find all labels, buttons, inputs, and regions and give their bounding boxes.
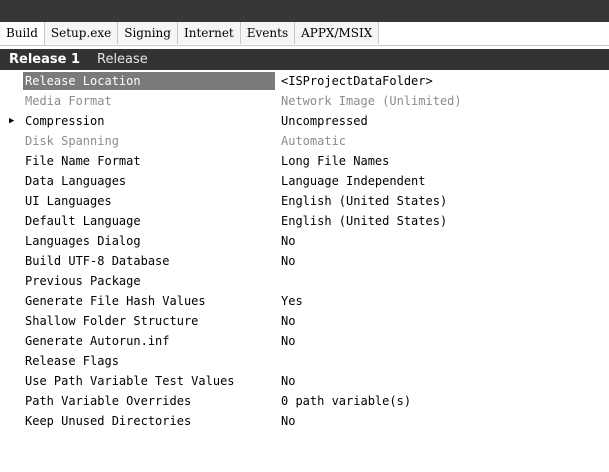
property-name[interactable]: Shallow Folder Structure (23, 312, 275, 330)
property-name[interactable]: Disk Spanning (23, 132, 275, 150)
release-name: Release 1 (9, 52, 80, 67)
tab-appx-msix[interactable]: APPX/MSIX (295, 22, 380, 44)
property-value[interactable]: No (279, 332, 295, 350)
property-row[interactable]: File Name Format Long File Names (0, 151, 609, 171)
property-value[interactable]: No (279, 412, 295, 430)
property-name[interactable]: Build UTF-8 Database (23, 252, 275, 270)
property-name[interactable]: Languages Dialog (23, 232, 275, 250)
property-row[interactable]: Default Language English (United States) (0, 211, 609, 231)
property-name[interactable]: Previous Package (23, 272, 275, 290)
tab-signing[interactable]: Signing (118, 22, 178, 44)
property-row[interactable]: Generate Autorun.inf No (0, 331, 609, 351)
title-bar (0, 0, 609, 22)
property-row[interactable]: Build UTF-8 Database No (0, 251, 609, 271)
property-name[interactable]: UI Languages (23, 192, 275, 210)
property-row[interactable]: Path Variable Overrides 0 path variable(s… (0, 391, 609, 411)
property-row[interactable]: Disk Spanning Automatic (0, 131, 609, 151)
property-name[interactable]: Media Format (23, 92, 275, 110)
property-name[interactable]: Default Language (23, 212, 275, 230)
tab-strip: Build Setup.exe Signing Internet Events … (0, 22, 609, 46)
property-name[interactable]: Generate File Hash Values (23, 292, 275, 310)
property-value[interactable]: Long File Names (279, 152, 389, 170)
property-value[interactable]: Yes (279, 292, 303, 310)
property-row[interactable]: Keep Unused Directories No (0, 411, 609, 431)
property-name[interactable]: Data Languages (23, 172, 275, 190)
tabs-row: Build Setup.exe Signing Internet Events … (0, 22, 380, 45)
property-value[interactable]: Uncompressed (279, 112, 368, 130)
property-name[interactable]: File Name Format (23, 152, 275, 170)
expand-arrow-icon[interactable]: ▶ (9, 111, 21, 131)
release-type: Release (97, 52, 148, 67)
tab-setup-exe[interactable]: Setup.exe (44, 22, 119, 44)
property-row[interactable]: Previous Package (0, 271, 609, 291)
property-grid: Release Location <ISProjectDataFolder> Med… (0, 71, 609, 472)
property-name[interactable]: Release Flags (23, 352, 275, 370)
property-name[interactable]: Keep Unused Directories (23, 412, 275, 430)
property-row[interactable]: ▶ Compression Uncompressed (0, 111, 609, 131)
property-value[interactable]: Language Independent (279, 172, 426, 190)
property-row[interactable]: Release Location <ISProjectDataFolder> (0, 71, 609, 91)
property-row[interactable]: Media Format Network Image (Unlimited) (0, 91, 609, 111)
property-row[interactable]: Use Path Variable Test Values No (0, 371, 609, 391)
property-value[interactable]: No (279, 372, 295, 390)
property-value[interactable] (279, 352, 281, 370)
property-name[interactable]: Release Location (23, 72, 275, 90)
property-value[interactable]: No (279, 312, 295, 330)
tab-events[interactable]: Events (240, 22, 296, 44)
release-header: Release 1 Release (0, 49, 609, 70)
property-row[interactable]: Languages Dialog No (0, 231, 609, 251)
property-row[interactable]: UI Languages English (United States) (0, 191, 609, 211)
property-value[interactable]: Network Image (Unlimited) (279, 92, 462, 110)
property-row[interactable]: Generate File Hash Values Yes (0, 291, 609, 311)
property-value[interactable]: No (279, 232, 295, 250)
property-value[interactable]: English (United States) (279, 192, 447, 210)
property-row[interactable]: Release Flags (0, 351, 609, 371)
property-value[interactable]: 0 path variable(s) (279, 392, 411, 410)
property-name[interactable]: Compression (23, 112, 275, 130)
property-value[interactable]: No (279, 252, 295, 270)
tab-internet[interactable]: Internet (177, 22, 241, 44)
property-value[interactable]: Automatic (279, 132, 346, 150)
property-name[interactable]: Use Path Variable Test Values (23, 372, 275, 390)
property-row[interactable]: Shallow Folder Structure No (0, 311, 609, 331)
property-name[interactable]: Generate Autorun.inf (23, 332, 275, 350)
property-value[interactable]: English (United States) (279, 212, 447, 230)
property-value[interactable] (279, 272, 281, 290)
property-value[interactable]: <ISProjectDataFolder> (279, 72, 433, 90)
property-row[interactable]: Data Languages Language Independent (0, 171, 609, 191)
tab-build[interactable]: Build (0, 22, 45, 45)
property-name[interactable]: Path Variable Overrides (23, 392, 275, 410)
